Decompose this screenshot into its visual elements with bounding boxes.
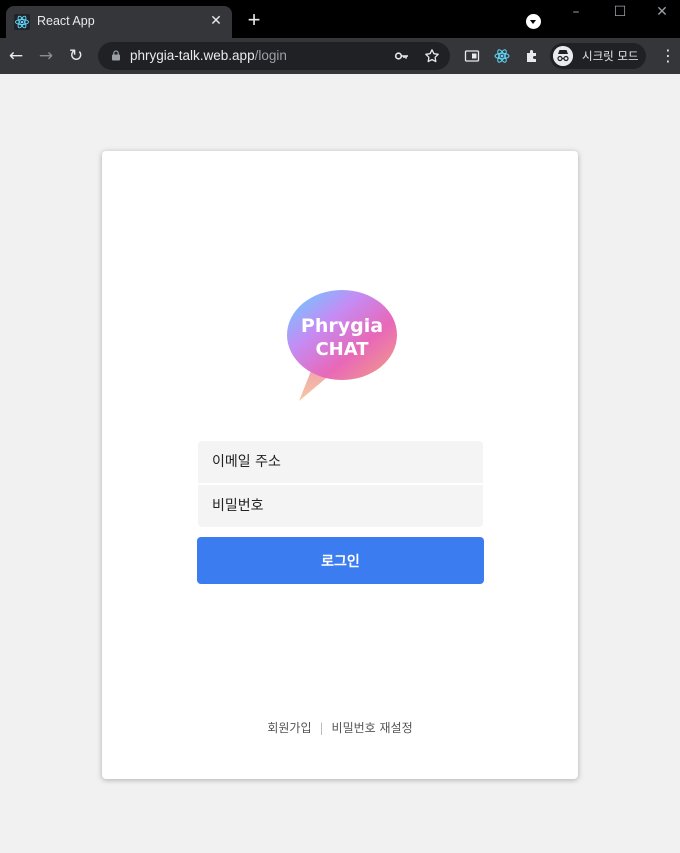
react-favicon-icon (14, 14, 30, 30)
tab-title: React App (37, 14, 95, 28)
window-close-icon[interactable]: ✕ (652, 2, 672, 22)
url-host: phrygia-talk.web.app (130, 48, 255, 63)
password-field[interactable] (198, 485, 483, 527)
react-devtools-icon[interactable] (494, 48, 510, 64)
login-card: Phrygia CHAT 로그인 회원가입 | 비밀번호 재설정 (102, 151, 578, 779)
reload-icon[interactable]: ↻ (66, 46, 86, 66)
lock-icon (112, 50, 120, 61)
incognito-icon (553, 46, 573, 66)
signup-link[interactable]: 회원가입 (267, 721, 311, 735)
tab-groups-icon[interactable] (464, 48, 480, 64)
logo-line2: CHAT (315, 339, 369, 360)
link-separator: | (319, 721, 324, 735)
minimize-icon[interactable]: – (566, 2, 586, 22)
back-arrow-icon[interactable]: ← (6, 46, 26, 66)
phrygia-chat-logo: Phrygia CHAT (287, 290, 397, 401)
key-icon[interactable] (394, 48, 410, 64)
maximize-icon[interactable]: ☐ (610, 2, 630, 22)
browser-titlebar: React App ✕ + – ☐ ✕ (0, 0, 680, 38)
email-field[interactable] (198, 441, 483, 483)
login-button[interactable]: 로그인 (197, 537, 484, 584)
tab-close-icon[interactable]: ✕ (208, 13, 224, 29)
more-menu-icon[interactable]: ⋮ (660, 46, 676, 66)
extensions-puzzle-icon[interactable] (524, 48, 540, 64)
star-icon[interactable] (424, 48, 440, 64)
logo-line1: Phrygia (301, 315, 383, 337)
browser-tab[interactable]: React App ✕ (6, 6, 232, 38)
reset-password-link[interactable]: 비밀번호 재설정 (332, 721, 413, 735)
footer-links: 회원가입 | 비밀번호 재설정 (102, 719, 578, 736)
url-text[interactable]: phrygia-talk.web.app/login (130, 48, 287, 63)
incognito-indicator[interactable]: 시크릿 모드 (550, 43, 646, 69)
forward-arrow-icon[interactable]: → (36, 46, 56, 66)
tab-search-icon[interactable] (526, 14, 541, 29)
url-path: /login (254, 48, 287, 63)
incognito-label: 시크릿 모드 (582, 49, 639, 63)
new-tab-plus-icon[interactable]: + (244, 9, 264, 31)
address-bar[interactable]: phrygia-talk.web.app/login (98, 42, 450, 70)
